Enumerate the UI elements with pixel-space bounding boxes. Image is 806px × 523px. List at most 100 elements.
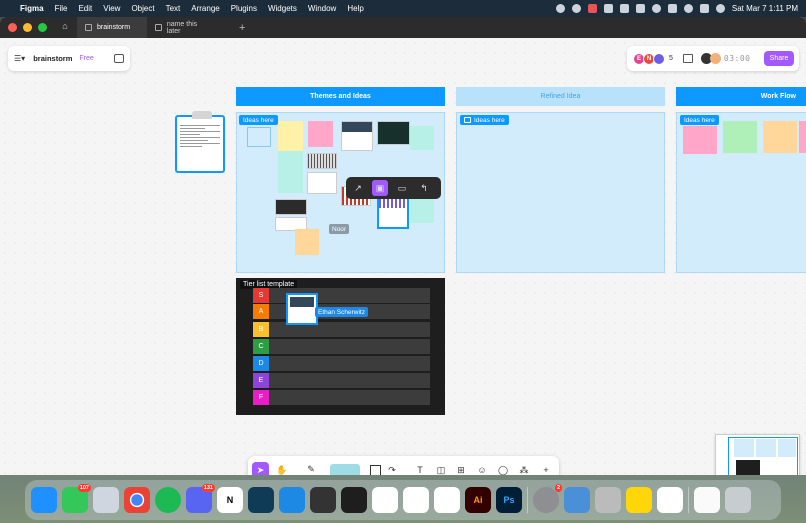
open-link-icon[interactable]: ↗	[350, 180, 366, 196]
section-header-refined[interactable]: Refined Idea	[456, 87, 665, 106]
dock-app-font-book[interactable]	[595, 487, 621, 513]
wifi-icon[interactable]	[651, 4, 661, 13]
menu-plugins[interactable]: Plugins	[231, 4, 257, 13]
sticky-note[interactable]	[278, 151, 303, 193]
fullscreen-window-button[interactable]	[38, 23, 47, 32]
dock-app-iphone-mirroring[interactable]	[564, 487, 590, 513]
menu-window[interactable]: Window	[308, 4, 336, 13]
share-button[interactable]: Share	[764, 51, 794, 66]
notion-icon[interactable]	[635, 4, 645, 13]
section-tool-icon[interactable]: ◫	[434, 463, 448, 475]
minimap-viewport[interactable]	[728, 437, 798, 475]
menu-object[interactable]: Object	[131, 4, 154, 13]
tier-row[interactable]: D	[253, 356, 430, 371]
new-tab-button[interactable]: +	[239, 22, 245, 34]
tier-list-template[interactable]: Tier list template S A B C D E F	[236, 278, 445, 415]
dock-app-trash[interactable]	[725, 487, 751, 513]
cursor-tool-icon[interactable]: ➤	[252, 462, 269, 475]
dock-app-browser[interactable]	[248, 487, 274, 513]
dock-app-spotify[interactable]	[155, 487, 181, 513]
dragged-card[interactable]	[286, 293, 318, 325]
avatar[interactable]	[653, 52, 665, 65]
ideas-tag[interactable]: Ideas here	[680, 115, 719, 125]
layout-icon[interactable]	[682, 54, 693, 63]
file-name[interactable]: brainstorm	[33, 54, 72, 63]
sticky-note[interactable]	[410, 126, 434, 150]
tier-row[interactable]: C	[253, 339, 430, 354]
layout-image-icon[interactable]: ▣	[372, 180, 388, 196]
table-tool-icon[interactable]: ⊞	[454, 463, 468, 475]
tier-row[interactable]: E	[253, 373, 430, 388]
sticky-note[interactable]	[308, 121, 333, 147]
dock-app-slack[interactable]	[372, 487, 398, 513]
sticky-stack-icon[interactable]	[330, 464, 360, 475]
text-tool-icon[interactable]: T	[413, 463, 427, 475]
drive-icon[interactable]	[603, 4, 613, 13]
menu-edit[interactable]: Edit	[78, 4, 92, 13]
dock-app-vscode[interactable]	[403, 487, 429, 513]
dock-app-finder[interactable]	[31, 487, 57, 513]
menu-view[interactable]: View	[103, 4, 120, 13]
record-icon[interactable]	[571, 4, 581, 13]
sticky-note[interactable]	[763, 121, 797, 153]
sticky-note[interactable]	[410, 197, 434, 223]
minimize-window-button[interactable]	[23, 23, 32, 32]
marker-tool-icon[interactable]: ✎	[304, 458, 318, 475]
dock-app-tailscale[interactable]	[279, 487, 305, 513]
search-icon[interactable]	[683, 4, 693, 13]
tier-row[interactable]: S	[253, 288, 430, 303]
hand-tool-icon[interactable]: ✋	[275, 463, 289, 475]
menu-widgets[interactable]: Widgets	[268, 4, 297, 13]
tab-brainstorm[interactable]: brainstorm	[77, 17, 147, 38]
grammarly-icon[interactable]	[619, 4, 629, 13]
section-header-workflow[interactable]: Work Flow	[676, 87, 806, 106]
dock-app-discord[interactable]: 131	[186, 484, 215, 513]
dock-app-messages[interactable]: 107	[62, 484, 91, 513]
sticky-note[interactable]	[247, 127, 271, 147]
section-refined[interactable]: Ideas here	[456, 112, 665, 273]
menu-file[interactable]: File	[55, 4, 68, 13]
layout-card-icon[interactable]: ▭	[394, 180, 410, 196]
connector-tool-icon[interactable]: ↷	[385, 463, 399, 475]
sticky-note[interactable]	[723, 121, 757, 153]
shape-tool-icon[interactable]	[370, 465, 381, 475]
battery-icon[interactable]	[667, 4, 677, 13]
status-icon[interactable]	[555, 4, 565, 13]
pages-icon[interactable]	[114, 54, 124, 63]
dock-app-chrome[interactable]	[124, 487, 150, 513]
section-workflow[interactable]: Ideas here	[676, 112, 806, 273]
dock-app-launchpad[interactable]	[93, 487, 119, 513]
sticky-note[interactable]	[799, 121, 806, 153]
section-header-themes[interactable]: Themes and Ideas	[236, 87, 445, 106]
image-card[interactable]	[377, 121, 410, 145]
menu-clock[interactable]: Sat Mar 7 1:11 PM	[732, 4, 798, 13]
widget-tool-icon[interactable]: ⁂	[517, 463, 531, 475]
tier-row[interactable]: B	[253, 322, 430, 337]
figjam-canvas[interactable]: ☰▾ brainstorm Free E N 5 03:00 Share The…	[0, 38, 806, 475]
image-card[interactable]	[275, 199, 307, 215]
comment-tool-icon[interactable]: ◯	[496, 463, 510, 475]
dock-app-claude[interactable]	[434, 487, 460, 513]
control-center-icon[interactable]	[699, 4, 709, 13]
clipboard-widget[interactable]	[175, 111, 225, 173]
minimap[interactable]	[715, 434, 800, 475]
image-card[interactable]	[307, 153, 337, 169]
dock-app-notion[interactable]: N	[217, 487, 243, 513]
sticky-note[interactable]	[683, 126, 717, 154]
stamp-tool-icon[interactable]: ☺	[475, 463, 489, 475]
menu-app-name[interactable]: Figma	[20, 4, 44, 13]
sticky-note[interactable]	[295, 229, 319, 255]
dock-app-perplexity[interactable]	[310, 487, 336, 513]
ideas-tag[interactable]: Ideas here	[460, 115, 509, 125]
siri-icon[interactable]	[715, 4, 725, 13]
plan-badge[interactable]: Free	[79, 55, 93, 62]
close-window-button[interactable]	[8, 23, 17, 32]
tier-row[interactable]: F	[253, 390, 430, 405]
dock-app-notes[interactable]	[626, 487, 652, 513]
calendar-card-selected[interactable]	[377, 194, 409, 229]
text-card[interactable]	[307, 172, 337, 194]
dock-app-document[interactable]	[694, 487, 720, 513]
dock-app-illustrator[interactable]: Ai	[465, 487, 491, 513]
home-icon[interactable]: ⌂	[57, 21, 73, 35]
timer[interactable]: 03:00	[700, 53, 751, 64]
